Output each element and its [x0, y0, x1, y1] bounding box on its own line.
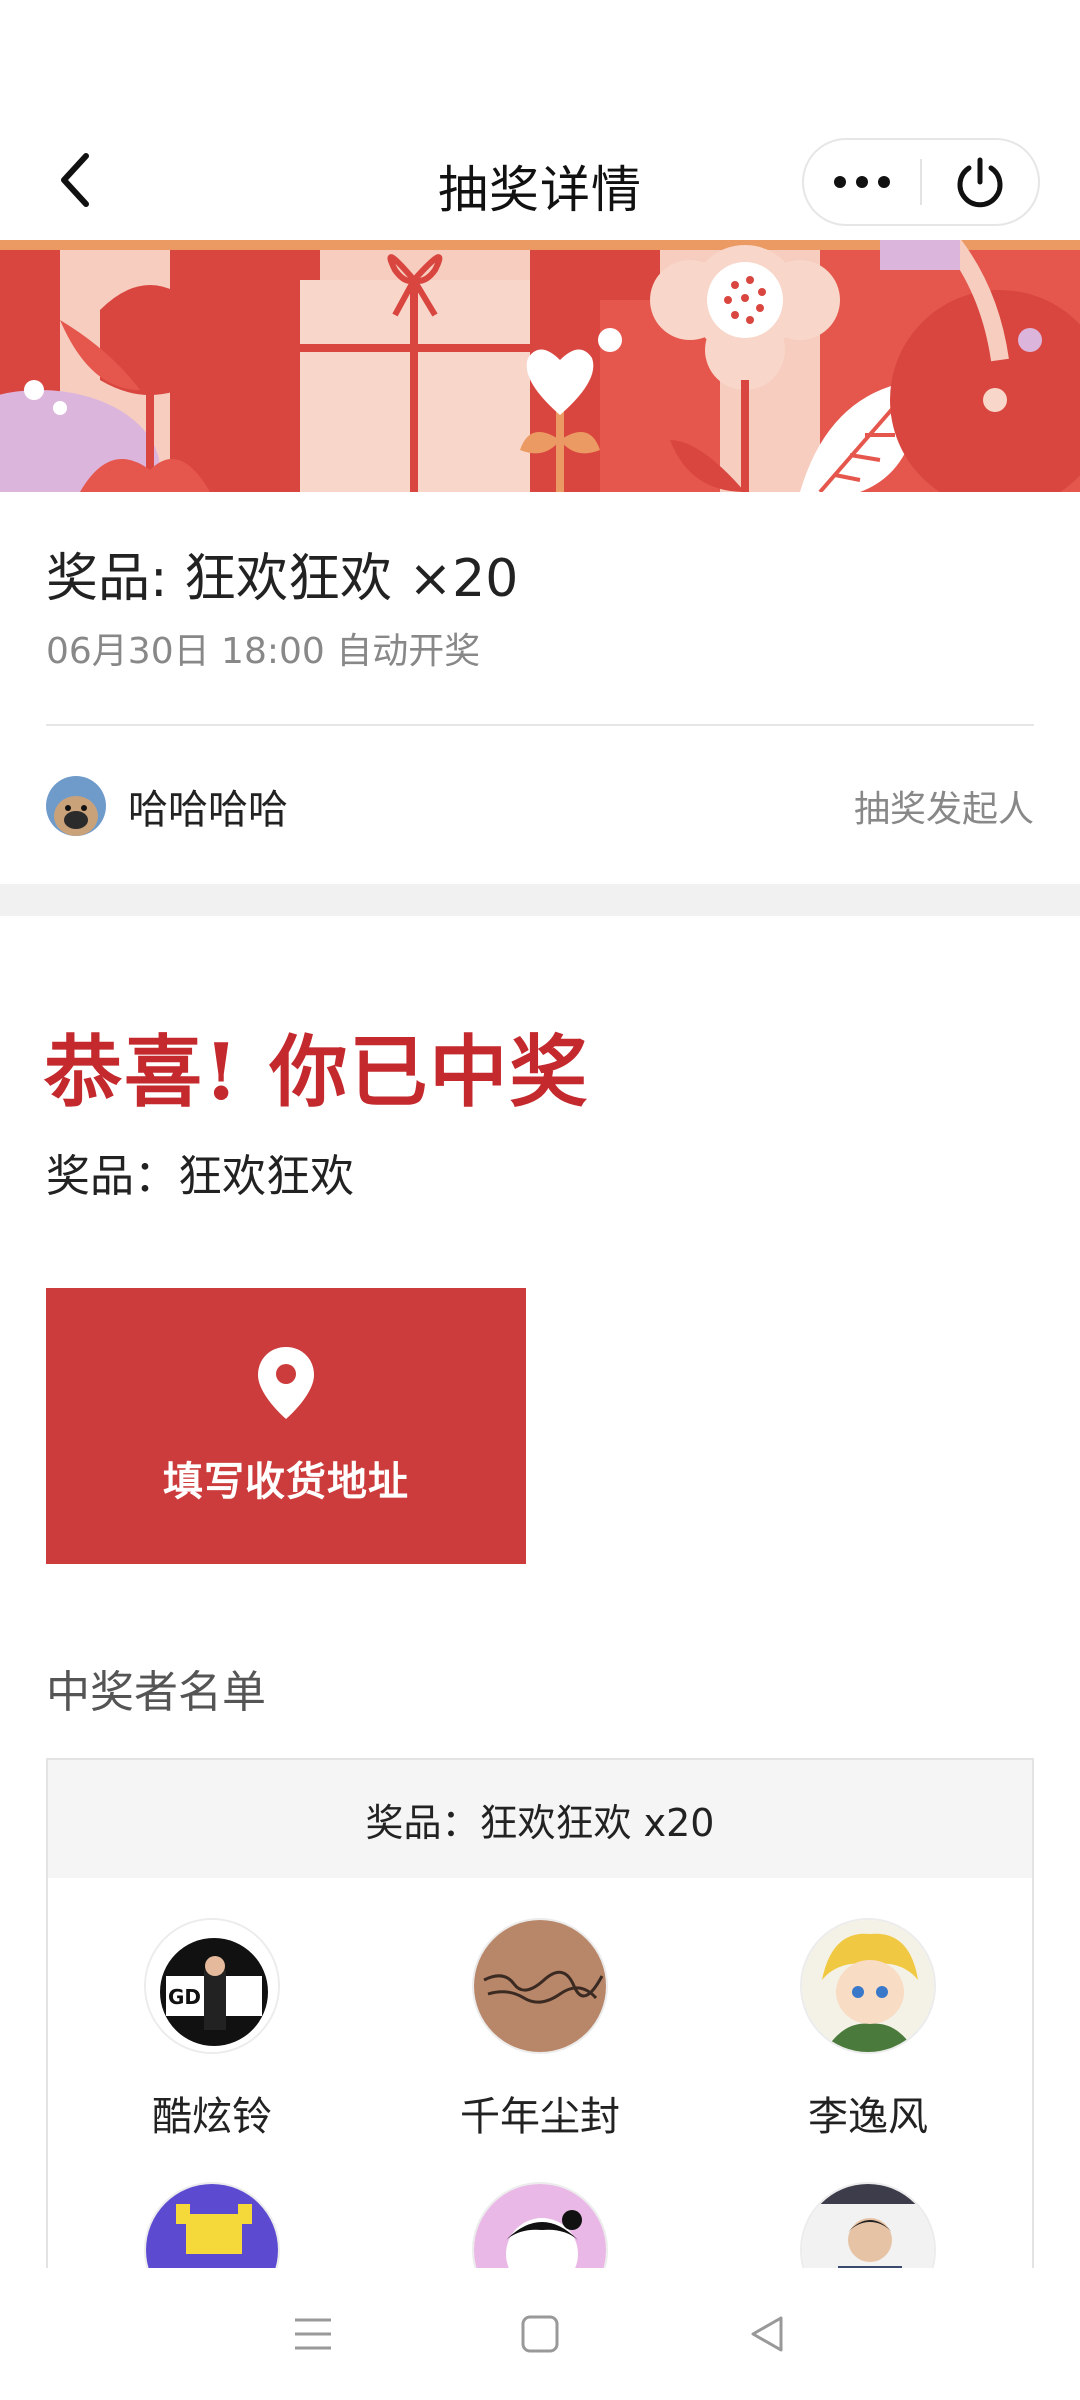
winner-item[interactable] [48, 2182, 376, 2276]
initiator-row[interactable]: 哈哈哈哈 抽奖发起人 [46, 774, 1034, 838]
more-dots-icon [834, 176, 890, 188]
cartoon-girl-avatar-image [474, 2184, 606, 2276]
home-square-icon [521, 2315, 559, 2353]
winner-name: 李逸风 [808, 2094, 928, 2140]
prize-info: 奖品: 狂欢狂欢 ×20 06月30日 18:00 自动开奖 哈哈哈哈 抽奖发起… [0, 492, 1080, 892]
winners-grid: GD 酷炫铃 千年尘封 李逸风 [48, 1878, 1032, 2276]
initiator-name: 哈哈哈哈 [128, 787, 288, 833]
power-icon [957, 157, 1003, 208]
menu-icon [295, 2318, 332, 2350]
winner-item[interactable]: 千年尘封 [376, 1918, 704, 2142]
initiator-role: 抽奖发起人 [853, 789, 1034, 830]
nav-home-button[interactable] [500, 2294, 580, 2374]
winner-name: 酷炫铃 [152, 2094, 272, 2140]
handwriting-avatar-image [474, 1920, 606, 2052]
winner-name: 千年尘封 [460, 2094, 620, 2140]
winner-item[interactable] [376, 2182, 704, 2276]
winner-item[interactable]: GD 酷炫铃 [48, 1918, 376, 2142]
winners-list: 奖品：狂欢狂欢 x20 GD 酷炫铃 千年尘封 李逸风 [46, 1758, 1034, 2278]
winner-item[interactable]: 李逸风 [704, 1918, 1032, 2142]
initiator-avatar[interactable] [46, 776, 106, 836]
nav-back-button[interactable] [727, 2294, 807, 2374]
winner-avatar: GD [144, 1918, 280, 2054]
draw-time: 06月30日 18:00 自动开奖 [46, 631, 481, 672]
winner-item[interactable] [704, 2182, 1032, 2276]
win-prize-line: 奖品：狂欢狂欢 [46, 1151, 354, 1202]
nav-header: 抽奖详情 [0, 120, 1080, 240]
winner-avatar [144, 2182, 280, 2276]
location-pin-icon [258, 1347, 314, 1419]
pixel-pikachu-avatar-image [146, 2184, 278, 2276]
fill-address-button[interactable]: 填写收货地址 [46, 1288, 526, 1564]
lottery-banner [0, 240, 1080, 492]
man-photo-avatar-image [802, 2184, 934, 2276]
miniprogram-capsule [802, 138, 1040, 226]
winner-avatar [472, 1918, 608, 2054]
winners-section-title: 中奖者名单 [46, 1667, 266, 1718]
anime-boy-avatar-image [802, 1920, 934, 2052]
win-headline: 恭喜! 你已中奖 [44, 1027, 590, 1118]
gd-logo-avatar-image: GD [146, 1920, 278, 2052]
nav-menu-button[interactable] [273, 2294, 353, 2374]
banner-illustration [0, 240, 1080, 492]
more-button[interactable] [804, 140, 920, 224]
back-triangle-icon [751, 2316, 783, 2352]
winner-avatar [800, 1918, 936, 2054]
winner-avatar [472, 2182, 608, 2276]
status-bar-space [0, 0, 1080, 120]
winner-avatar [800, 2182, 936, 2276]
winners-list-header: 奖品：狂欢狂欢 x20 [48, 1760, 1032, 1878]
section-separator [0, 884, 1080, 916]
fill-address-label: 填写收货地址 [163, 1459, 409, 1505]
svg-text:GD: GD [168, 1985, 201, 2009]
prize-title: 奖品: 狂欢狂欢 ×20 [46, 549, 519, 609]
dog-avatar-image [46, 776, 106, 836]
divider [46, 724, 1034, 726]
exit-button[interactable] [922, 140, 1038, 224]
system-nav-bar [0, 2268, 1080, 2400]
